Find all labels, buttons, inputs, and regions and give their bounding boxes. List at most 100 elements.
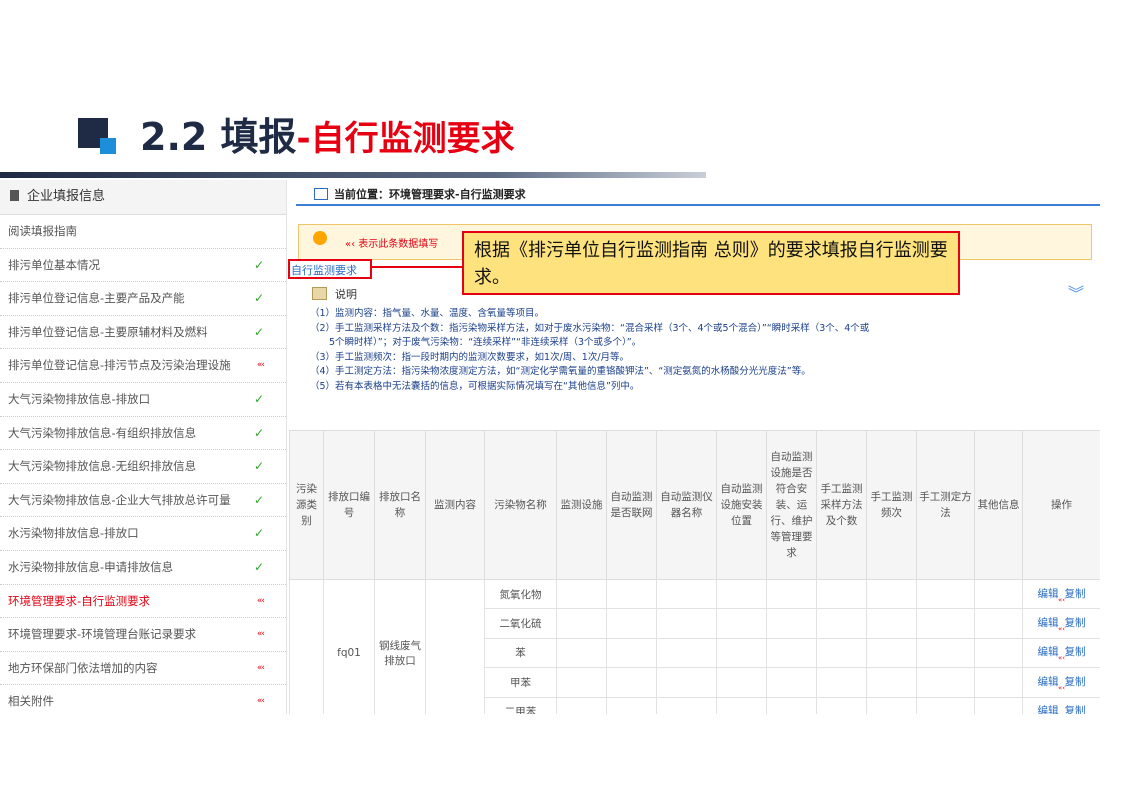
table-cell [816,637,867,669]
sidebar-item-label: 排污单位登记信息-排污节点及污染治理设施 [8,358,231,373]
pending-icon: «‹ [256,360,265,371]
table-cell [916,696,975,714]
table-cell [766,696,817,714]
table-body: fq01 钢线废气排放口 氮氧化物 编辑 复制 «‹ 二氧化硫 编辑 复制 «‹ 苯编辑 复制 «‹ 甲苯… [289,578,1100,714]
pollutant-name-cell: 苯 [484,637,557,669]
sidebar-item[interactable]: 大气污染物排放信息-排放口 ✓ [0,383,286,417]
pending-icon: «‹ [256,696,265,707]
collapse-chevron-icon[interactable]: ︾ [1068,280,1084,304]
table-cell [656,696,717,714]
pending-icon: «‹ [1057,595,1066,604]
sidebar-list: 阅读填报指南 排污单位基本情况 ✓ 排污单位登记信息-主要产品及产能 ✓ 排污单位登记信息… [0,215,286,714]
operation-cell: 编辑复制«‹ [1022,578,1100,610]
note-line: （5）若有本表格中无法囊括的信息，可根据实际情况填写在“其他信息”列中。 [310,380,640,392]
table-cell [556,637,607,669]
operation-cell: 编辑复制«‹ [1022,637,1100,669]
sidebar-item[interactable]: 地方环保部门依法增加的内容 «‹ [0,652,286,686]
explain-heading: 说明 [312,286,357,302]
table-cell [556,696,607,714]
edit-link[interactable]: 编辑 [1038,676,1059,688]
sidebar-item[interactable]: 环境管理要求-自行监测要求 «‹ [0,585,286,619]
sidebar-item[interactable]: 排污单位登记信息-主要产品及产能 ✓ [0,282,286,316]
copy-link[interactable]: 复制 [1065,617,1086,629]
sidebar-item-label: 地方环保部门依法增加的内容 [8,660,158,675]
copy-link[interactable]: 复制 [1065,676,1086,688]
outlet-name-cell: 钢线废气排放口 [374,579,426,714]
pollutant-name-cell: 甲苯 [484,667,557,698]
table-cell [656,608,717,639]
sidebar-item-label: 水污染物排放信息-申请排放信息 [8,559,174,574]
table-header-row: 污染源类别 排放口编号 排放口名称 监测内容 污染物名称 监测设施 自动监测是否联网 自动监测… [289,430,1100,580]
note-line: （2）手工监测采样方法及个数：指污染物采样方法，如对于废水污染物：“混合采样（3… [310,322,870,334]
pollutant-name-cell: 氮氧化物 [484,578,557,610]
table-cell [816,578,867,610]
source-type-cell [289,579,324,714]
column-header: 自动监测设施安装位置 [716,430,767,580]
sidebar-item[interactable]: 大气污染物排放信息-无组织排放信息 ✓ [0,450,286,484]
sidebar-item[interactable]: 大气污染物排放信息-企业大气排放总许可量 ✓ [0,484,286,518]
sidebar-item[interactable]: 大气污染物排放信息-有组织排放信息 ✓ [0,417,286,451]
sidebar-item[interactable]: 环境管理要求-环境管理台账记录要求 «‹ [0,618,286,652]
note-line: （3）手工监测频次：指一段时期内的监测次数要求，如1次/周、1次/月等。 [310,351,630,363]
notice-text: «‹ 表示此条数据填写 [345,239,439,250]
edit-link[interactable]: 编辑 [1038,646,1059,658]
edit-link[interactable]: 编辑 [1038,617,1059,629]
sidebar-item-label: 阅读填报指南 [8,224,77,238]
operation-cell: 编辑复制«‹ [1022,608,1100,639]
location-icon [314,188,328,200]
pending-icon: «‹ [1057,625,1066,634]
sidebar-item[interactable]: 相关附件 «‹ [0,685,286,714]
title-divider [0,172,706,178]
table-cell [556,608,607,639]
column-header: 其他信息 [974,430,1023,580]
operation-cell: 编辑复制«‹ [1022,696,1100,714]
pollutant-name-cell: 二甲苯 [484,696,557,714]
table-cell [716,578,767,610]
check-icon: ✓ [253,559,264,574]
copy-link[interactable]: 复制 [1065,646,1086,658]
column-header: 自动监测仪器名称 [656,430,717,580]
edit-link[interactable]: 编辑 [1038,588,1059,600]
column-header: 排放口编号 [323,430,375,580]
table-cell [716,637,767,669]
sidebar-item-label: 排污单位登记信息-主要原辅材料及燃料 [8,324,208,339]
sidebar-header: 企业填报信息 [0,180,286,215]
table-cell [866,608,917,639]
column-header: 自动监测是否联网 [606,430,657,580]
copy-link[interactable]: 复制 [1065,588,1086,600]
edit-link[interactable]: 编辑 [1038,705,1059,714]
sidebar-item[interactable]: 阅读填报指南 [0,215,286,249]
highlight-connector [372,266,464,268]
sidebar-item-label: 大气污染物排放信息-排放口 [8,391,151,406]
table-cell [916,578,975,610]
sidebar-item[interactable]: 水污染物排放信息-排放口 ✓ [0,517,286,551]
column-header: 手工监测频次 [866,430,917,580]
sidebar-item-label: 排污单位基本情况 [8,257,100,272]
title-suffix: -自行监测要求 [296,119,515,159]
document-icon [10,190,19,201]
sidebar-item[interactable]: 水污染物排放信息-申请排放信息 ✓ [0,551,286,585]
table-cell [766,667,817,698]
sidebar-item[interactable]: 排污单位登记信息-排污节点及污染治理设施 «‹ [0,349,286,383]
table-cell [656,667,717,698]
check-icon: ✓ [253,492,264,507]
pending-icon: «‹ [256,629,265,640]
sidebar-item[interactable]: 排污单位登记信息-主要原辅材料及燃料 ✓ [0,316,286,350]
monitoring-table-wrap: 污染源类别 排放口编号 排放口名称 监测内容 污染物名称 监测设施 自动监测是否联网 自动监测… [289,430,1100,714]
sidebar-item[interactable]: 排污单位基本情况 ✓ [0,249,286,283]
check-icon: ✓ [253,391,264,406]
pending-icon: «‹ [1057,683,1066,692]
column-header: 监测设施 [556,430,607,580]
table-cell [716,696,767,714]
breadcrumb: 当前位置：环境管理要求-自行监测要求 [314,186,526,202]
table-cell [866,578,917,610]
check-icon: ✓ [253,425,264,440]
table-cell [656,578,717,610]
column-header: 手工测定方法 [916,430,975,580]
column-header: 操作 [1022,430,1100,580]
copy-link[interactable]: 复制 [1065,705,1086,714]
table-cell [974,667,1023,698]
sidebar-item-label: 排污单位登记信息-主要产品及产能 [8,291,185,306]
column-header: 自动监测设施是否符合安装、运行、维护等管理要求 [766,430,817,580]
column-header: 手工监测采样方法及个数 [816,430,867,580]
